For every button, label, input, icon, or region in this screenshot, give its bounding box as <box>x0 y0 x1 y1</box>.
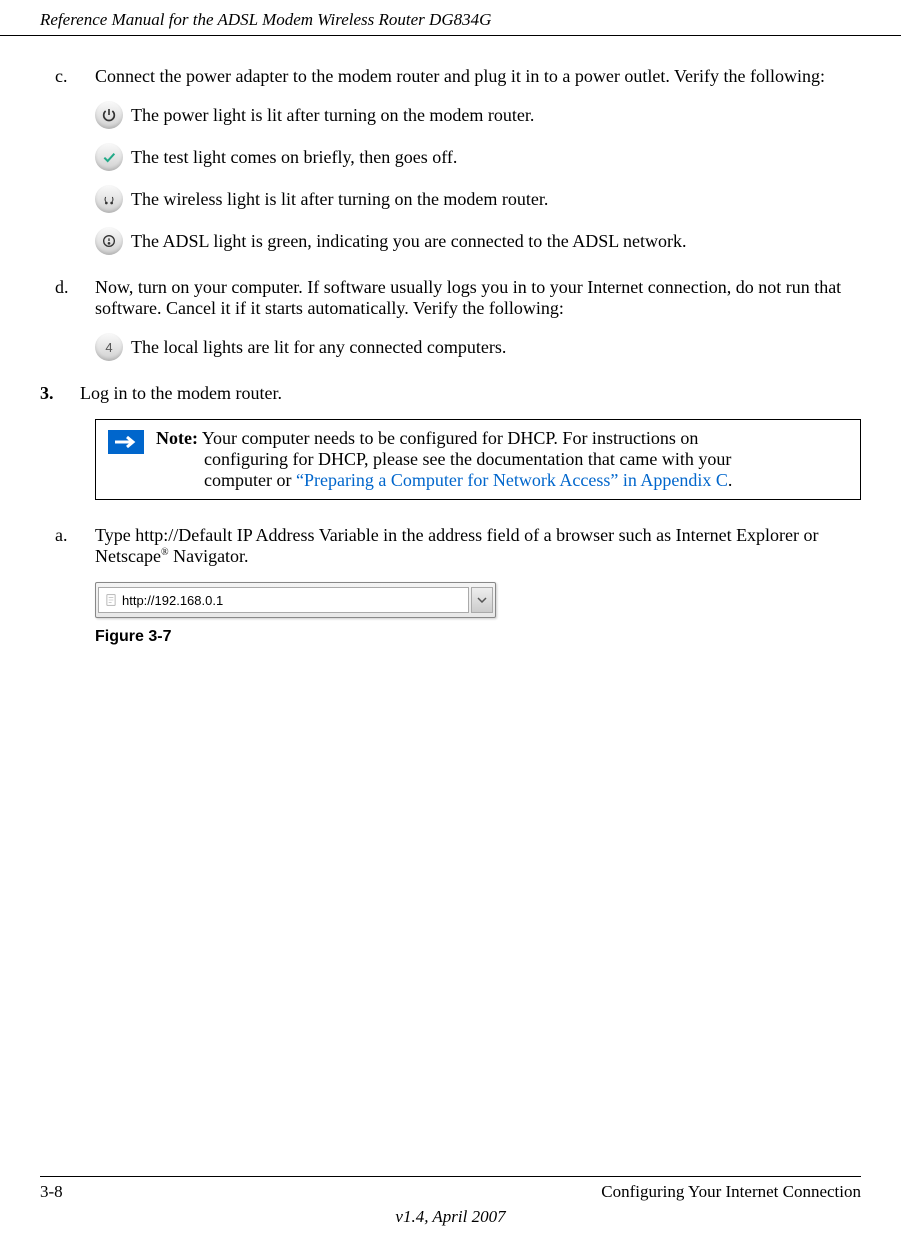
browser-address-bar: http://192.168.0.1 <box>95 582 496 618</box>
bullet-local-text: The local lights are lit for any connect… <box>131 337 506 358</box>
bullet-power-text: The power light is lit after turning on … <box>131 105 534 126</box>
step-c-text: Connect the power adapter to the modem r… <box>95 66 825 86</box>
bullet-adsl-text: The ADSL light is green, indicating you … <box>131 231 687 252</box>
bullet-adsl: The ADSL light is green, indicating you … <box>95 227 861 255</box>
number-four-icon: 4 <box>95 333 123 361</box>
note-line1: Your computer needs to be configured for… <box>198 428 698 448</box>
note-line2: configuring for DHCP, please see the doc… <box>156 449 845 470</box>
note-icon-cell <box>96 420 156 499</box>
step-d-text: Now, turn on your computer. If software … <box>95 277 841 318</box>
bullet-test-text: The test light comes on briefly, then go… <box>131 147 457 168</box>
registered-mark: ® <box>161 547 169 558</box>
step-a-text-post: Navigator. <box>169 546 249 566</box>
chevron-down-icon <box>477 597 487 603</box>
address-url: http://192.168.0.1 <box>122 593 223 608</box>
page-footer: 3-8 Configuring Your Internet Connection… <box>0 1176 901 1227</box>
step-d: d. Now, turn on your computer. If softwa… <box>40 277 861 375</box>
step-a-body: Type http://Default IP Address Variable … <box>95 525 861 567</box>
step-3: 3. Log in to the modem router. <box>40 383 861 404</box>
dropdown-button[interactable] <box>471 587 493 613</box>
address-field[interactable]: http://192.168.0.1 <box>98 587 469 613</box>
header-title: Reference Manual for the ADSL Modem Wire… <box>40 10 491 29</box>
page-header: Reference Manual for the ADSL Modem Wire… <box>0 0 901 36</box>
arrow-right-icon <box>108 430 144 454</box>
bullet-power: The power light is lit after turning on … <box>95 101 861 129</box>
bullet-local: 4 The local lights are lit for any conne… <box>95 333 861 361</box>
number-four-label: 4 <box>105 340 112 355</box>
note-label: Note: <box>156 428 198 448</box>
step-d-body: Now, turn on your computer. If software … <box>95 277 861 375</box>
bullet-wireless-text: The wireless light is lit after turning … <box>131 189 548 210</box>
note-line3-post: . <box>728 470 733 490</box>
step-a: a. Type http://Default IP Address Variab… <box>40 525 861 567</box>
figure-caption: Figure 3-7 <box>95 628 861 646</box>
step-3-body: Log in to the modem router. <box>80 383 861 404</box>
note-link[interactable]: “Preparing a Computer for Network Access… <box>296 470 728 490</box>
step-3-text: Log in to the modem router. <box>80 383 282 403</box>
check-icon <box>95 143 123 171</box>
footer-page-number: 3-8 <box>40 1182 63 1202</box>
bullet-test: The test light comes on briefly, then go… <box>95 143 861 171</box>
note-text: Note: Your computer needs to be configur… <box>156 420 860 499</box>
note-line3-wrap: computer or “Preparing a Computer for Ne… <box>156 470 845 491</box>
step-c: c. Connect the power adapter to the mode… <box>40 66 861 269</box>
step-c-body: Connect the power adapter to the modem r… <box>95 66 861 269</box>
step-c-marker: c. <box>40 66 95 269</box>
wireless-icon <box>95 185 123 213</box>
step-a-marker: a. <box>40 525 95 567</box>
power-icon <box>95 101 123 129</box>
page-icon <box>104 593 118 607</box>
adsl-icon <box>95 227 123 255</box>
page-content: c. Connect the power adapter to the mode… <box>0 36 901 646</box>
step-d-marker: d. <box>40 277 95 375</box>
note-box: Note: Your computer needs to be configur… <box>95 419 861 500</box>
note-line3-pre: computer or <box>204 470 296 490</box>
footer-line: 3-8 Configuring Your Internet Connection <box>40 1176 861 1202</box>
footer-section-title: Configuring Your Internet Connection <box>601 1182 861 1202</box>
footer-version: v1.4, April 2007 <box>40 1207 861 1227</box>
bullet-wireless: The wireless light is lit after turning … <box>95 185 861 213</box>
step-3-marker: 3. <box>40 383 80 404</box>
